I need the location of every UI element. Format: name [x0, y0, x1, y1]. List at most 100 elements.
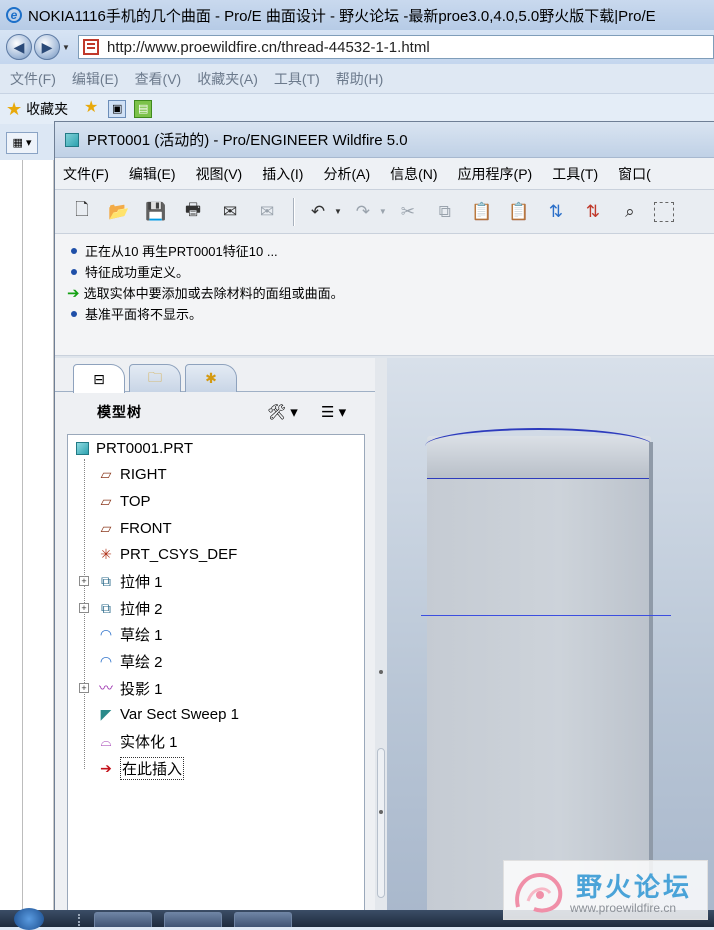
proe-menu-analysis[interactable]: 分析(A): [323, 164, 370, 184]
proe-window-title: PRT0001 (活动的) - Pro/ENGINEER Wildfire 5.…: [87, 132, 408, 149]
taskbar-button-explorer[interactable]: [234, 912, 292, 927]
proe-menu-info[interactable]: 信息(N): [390, 164, 437, 184]
tab-model-tree[interactable]: ⊟: [73, 364, 125, 393]
graphics-viewport[interactable]: [387, 358, 714, 913]
browser-menu-file[interactable]: 文件(F): [10, 69, 56, 89]
tree-settings-icon[interactable]: 🛠 ▾: [267, 400, 298, 424]
sweep-icon: ◤: [100, 705, 112, 722]
suggested-sites-icon[interactable]: ▣: [108, 100, 127, 118]
copy-icon[interactable]: ⧉: [432, 199, 458, 225]
tree-node-label: PRT_CSYS_DEF: [120, 545, 238, 563]
tree-node-solidify-1[interactable]: ⌓ 实体化 1: [96, 728, 177, 754]
browser-menu-favorites[interactable]: 收藏夹(A): [197, 69, 258, 89]
insert-here-icon: ➔: [100, 759, 112, 776]
redo-icon[interactable]: ↷: [350, 199, 376, 225]
tree-node-sketch-1[interactable]: ◠ 草绘 1: [96, 621, 163, 647]
paste-special-icon[interactable]: 📋: [506, 199, 532, 225]
model-top-edge: [425, 428, 653, 446]
sash-handle[interactable]: [377, 748, 385, 898]
message-text: 选取实体中要添加或去除材料的面组或曲面。: [83, 286, 344, 301]
sash-knob: [379, 670, 383, 674]
proe-menu-applications[interactable]: 应用程序(P): [458, 164, 533, 184]
tree-node-top[interactable]: ▱ TOP: [96, 488, 151, 514]
extrude-icon: ⧉: [101, 599, 111, 616]
proe-menu-window[interactable]: 窗口(: [618, 164, 651, 184]
back-arrow-icon[interactable]: ◀: [6, 34, 32, 60]
history-dropdown-icon[interactable]: ▼: [62, 43, 72, 52]
model-body: [427, 478, 649, 913]
message-line: 特征成功重定义。: [69, 261, 714, 282]
tree-node-var-sect-sweep[interactable]: ◤ Var Sect Sweep 1: [96, 701, 239, 727]
paste-icon[interactable]: 📋: [469, 199, 495, 225]
send-link-icon[interactable]: ✉: [254, 199, 280, 225]
print-icon[interactable]: 🖶: [180, 199, 206, 225]
browser-menu-view[interactable]: 查看(V): [135, 69, 182, 89]
folder-browser-icon: 🗀: [148, 368, 162, 385]
address-bar[interactable]: http://www.proewildfire.cn/thread-44532-…: [78, 35, 714, 59]
expand-icon[interactable]: +: [79, 683, 89, 693]
panel-sash[interactable]: [375, 358, 387, 913]
model-side-face: [649, 442, 653, 913]
favorites-star-icon[interactable]: ★: [6, 99, 22, 120]
forum-site: www.proewildfire.cn: [570, 901, 677, 915]
message-text: 特征成功重定义。: [85, 265, 190, 280]
forum-watermark: 野火论坛 www.proewildfire.cn: [503, 860, 708, 920]
proe-menu-file[interactable]: 文件(F): [63, 164, 109, 184]
tree-node-label: PRT0001.PRT: [96, 439, 193, 457]
forward-arrow-icon[interactable]: ▶: [34, 34, 60, 60]
favorites-folder-icon: ✱: [205, 370, 217, 386]
tree-node-projection-1[interactable]: 〰 投影 1: [96, 675, 163, 701]
select-box-icon[interactable]: [653, 201, 674, 222]
regenerate-icon[interactable]: ⇅: [543, 199, 569, 225]
cut-icon[interactable]: ✂: [395, 199, 421, 225]
tree-columns-icon[interactable]: ☰ ▾: [321, 400, 346, 424]
tree-node-extrude-2[interactable]: ⧉ 拉伸 2: [96, 595, 163, 621]
taskbar-grip: [78, 914, 84, 926]
new-file-icon[interactable]: 🗋: [69, 199, 95, 225]
datum-plane-edge: [421, 615, 671, 616]
message-text: 正在从10 再生PRT0001特征10 ...: [85, 244, 278, 259]
taskbar-button-proe[interactable]: [94, 912, 152, 927]
tree-node-label: Var Sect Sweep 1: [120, 705, 239, 723]
browser-page-area: [0, 160, 54, 910]
find-icon[interactable]: ⌕: [617, 199, 643, 225]
web-slice-icon[interactable]: ▤: [134, 100, 153, 118]
message-line: 正在从10 再生PRT0001特征10 ...: [69, 240, 714, 261]
proe-menu-edit[interactable]: 编辑(E): [129, 164, 176, 184]
tree-node-sketch-2[interactable]: ◠ 草绘 2: [96, 648, 163, 674]
save-icon[interactable]: 💾: [143, 199, 169, 225]
tree-node-insert-here[interactable]: ➔ 在此插入: [96, 755, 185, 781]
tree-connector: [84, 459, 85, 769]
undo-dropdown-icon[interactable]: ▼: [334, 207, 342, 216]
add-favorite-icon[interactable]: ★: [82, 100, 100, 118]
tree-node-label: 拉伸 2: [120, 600, 163, 618]
open-file-icon[interactable]: 📂: [106, 199, 132, 225]
regen-manager-icon[interactable]: ⇅: [580, 199, 606, 225]
undo-icon[interactable]: ↶: [305, 199, 331, 225]
redo-dropdown-icon[interactable]: ▼: [379, 207, 387, 216]
tree-node-right[interactable]: ▱ RIGHT: [96, 461, 167, 487]
proe-menu-insert[interactable]: 插入(I): [262, 164, 303, 184]
browser-menu-edit[interactable]: 编辑(E): [72, 69, 119, 89]
favorites-label[interactable]: 收藏夹: [26, 99, 68, 119]
expand-icon[interactable]: +: [79, 576, 89, 586]
tab-folder-browser[interactable]: 🗀: [129, 364, 181, 392]
send-mail-icon[interactable]: ✉: [217, 199, 243, 225]
browser-menu-tools[interactable]: 工具(T): [274, 69, 320, 89]
proe-menu-tools[interactable]: 工具(T): [552, 164, 598, 184]
address-url[interactable]: http://www.proewildfire.cn/thread-44532-…: [107, 39, 430, 56]
tree-node-extrude-1[interactable]: ⧉ 拉伸 1: [96, 568, 163, 594]
message-area: 正在从10 再生PRT0001特征10 ... 特征成功重定义。 ➔ 选取实体中…: [55, 234, 714, 356]
sash-knob: [379, 810, 383, 814]
tab-favorites[interactable]: ✱: [185, 364, 237, 392]
forum-logo-icon: [515, 872, 563, 913]
proe-menu-view[interactable]: 视图(V): [196, 164, 243, 184]
message-line: 基准平面将不显示。: [69, 303, 714, 324]
taskbar-button-ie[interactable]: [164, 912, 222, 927]
tree-node-csys[interactable]: ✳ PRT_CSYS_DEF: [96, 541, 237, 567]
expand-icon[interactable]: +: [79, 603, 89, 613]
quick-tabs-icon[interactable]: ▦ ▾: [6, 132, 38, 154]
browser-menu-help[interactable]: 帮助(H): [336, 69, 383, 89]
tree-node-front[interactable]: ▱ FRONT: [96, 515, 172, 541]
tree-node-part[interactable]: PRT0001.PRT: [72, 435, 193, 461]
